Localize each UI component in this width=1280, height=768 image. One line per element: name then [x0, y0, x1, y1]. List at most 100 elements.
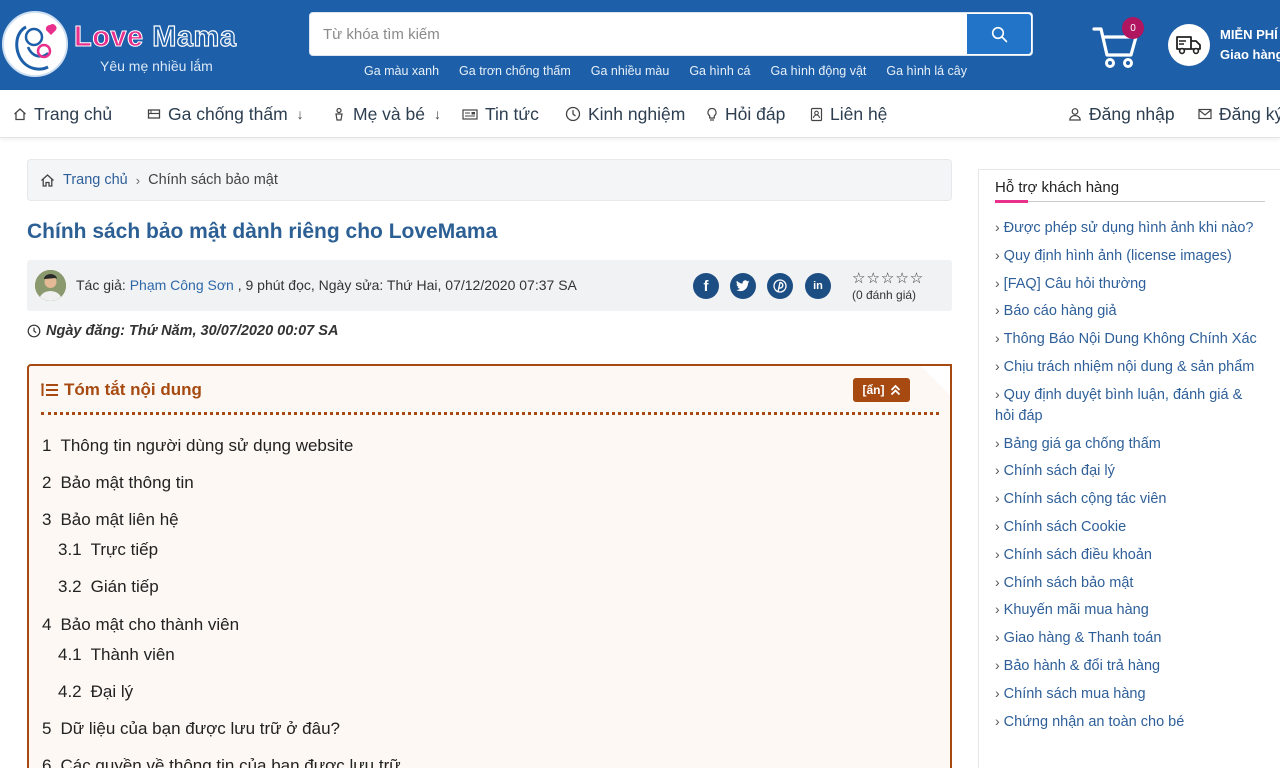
chevron-right-icon: ›: [995, 573, 1000, 590]
search-input[interactable]: [310, 13, 966, 55]
table-of-contents: Tóm tắt nội dung [ẩn] 1 Thông tin người d…: [27, 364, 952, 768]
quick-tag[interactable]: Ga hình cá: [689, 64, 750, 78]
toc-item[interactable]: 5 Dữ liệu của bạn được lưu trữ ở đâu?: [42, 719, 340, 739]
sidebar-link[interactable]: › Chính sách điều khoản: [995, 544, 1265, 566]
site-logo[interactable]: Love Mama Yêu mẹ nhiều lắm: [2, 11, 262, 79]
toc-item-number: 4: [42, 615, 52, 634]
toc-subitem[interactable]: 3.1 Trực tiếp: [58, 540, 158, 560]
sidebar-link[interactable]: › Chính sách bảo mật: [995, 572, 1265, 594]
quick-tag[interactable]: Ga màu xanh: [364, 64, 439, 78]
search-button[interactable]: [967, 14, 1031, 54]
nav-news[interactable]: Tin tức: [462, 90, 539, 138]
quick-tag[interactable]: Ga hình động vật: [770, 64, 866, 78]
article-meta-bar: Tác giả: Phạm Công Sơn , 9 phút đọc, Ngà…: [27, 260, 952, 311]
toc-subitem[interactable]: 3.2 Gián tiếp: [58, 577, 159, 597]
sidebar-link[interactable]: › Quy định hình ảnh (license images): [995, 245, 1265, 267]
nav-home[interactable]: Trang chủ: [13, 90, 112, 138]
rating-widget[interactable]: ☆☆☆☆☆ (0 đánh giá): [852, 269, 924, 302]
sidebar-link[interactable]: › Chịu trách nhiệm nội dung & sản phẩm: [995, 356, 1265, 378]
toc-subitem[interactable]: 4.1 Thành viên: [58, 645, 175, 665]
toc-toggle-label: [ẩn]: [862, 383, 885, 397]
sidebar-link[interactable]: › Chứng nhận an toàn cho bé: [995, 711, 1265, 733]
user-icon: [1069, 108, 1081, 121]
delivery-truck-icon: [1176, 36, 1201, 55]
envelope-icon: [1198, 108, 1212, 120]
sidebar-link[interactable]: › Bảo hành & đổi trả hàng: [995, 655, 1265, 677]
sidebar-link[interactable]: › Được phép sử dụng hình ảnh khi nào?: [995, 217, 1265, 239]
nav-register[interactable]: Đăng ký: [1198, 90, 1280, 138]
sidebar-link[interactable]: › Chính sách mua hàng: [995, 683, 1265, 705]
chevron-right-icon: ›: [995, 490, 1000, 507]
newspaper-icon: [462, 109, 478, 120]
clock-icon: [565, 106, 581, 122]
sidebar-link[interactable]: › Giao hàng & Thanh toán: [995, 627, 1265, 649]
article-meta-details: , 9 phút đọc, Ngày sửa: Thứ Hai, 07/12/2…: [237, 277, 577, 293]
toc-subitem[interactable]: 4.2 Đại lý: [58, 682, 133, 702]
toc-hide-toggle[interactable]: [ẩn]: [853, 378, 910, 402]
sidebar-link[interactable]: › Khuyến mãi mua hàng: [995, 599, 1265, 621]
toc-item[interactable]: 6 Các quyền về thông tin của bạn được lưu…: [42, 756, 401, 768]
chevron-right-icon: ›: [135, 172, 141, 188]
sidebar-title-accent: [995, 200, 1028, 203]
chevron-right-icon: ›: [995, 712, 1000, 729]
toc-item[interactable]: 2 Bảo mật thông tin: [42, 473, 194, 493]
page-title: Chính sách bảo mật dành riêng cho LoveMa…: [27, 220, 498, 243]
sidebar-link[interactable]: › [FAQ] Câu hỏi thường: [995, 273, 1265, 295]
nav-mom-baby[interactable]: Mẹ và bé ↓: [332, 90, 441, 138]
quick-tag[interactable]: Ga hình lá cây: [886, 64, 967, 78]
nav-experience[interactable]: Kinh nghiệm: [565, 90, 685, 138]
sidebar-link[interactable]: › Bảng giá ga chống thấm: [995, 433, 1265, 455]
nav-contact[interactable]: Liên hệ: [810, 90, 887, 138]
toc-divider: [41, 412, 939, 415]
cart-button[interactable]: 0: [1092, 17, 1146, 68]
contact-card-icon: [810, 107, 823, 121]
toc-item-text: Đại lý: [90, 682, 134, 701]
toc-item-text: Bảo mật thông tin: [60, 473, 194, 492]
pinterest-share-button[interactable]: [767, 273, 793, 299]
toc-item-number: 3.1: [58, 540, 82, 559]
facebook-share-button[interactable]: f: [693, 273, 719, 299]
twitter-icon: [736, 280, 750, 292]
sidebar-title-divider: [995, 201, 1265, 202]
toc-item-number: 2: [42, 473, 52, 492]
customer-support-sidebar: Hỗ trợ khách hàng › Được phép sử dụng hìn…: [978, 169, 1280, 768]
sidebar-link-text: Bảo hành & đổi trả hàng: [1003, 657, 1161, 674]
author-link[interactable]: Phạm Công Sơn: [130, 277, 234, 293]
twitter-share-button[interactable]: [730, 273, 756, 299]
sidebar-link[interactable]: › Chính sách Cookie: [995, 516, 1265, 538]
sidebar-link-text: Chính sách cộng tác viên: [1003, 491, 1167, 508]
toc-header: Tóm tắt nội dung: [41, 380, 202, 400]
nav-login[interactable]: Đăng nhập: [1068, 90, 1175, 138]
home-icon: [41, 173, 54, 187]
linkedin-share-button[interactable]: in: [805, 273, 831, 299]
toc-item[interactable]: 4 Bảo mật cho thành viên: [42, 615, 239, 635]
author-avatar[interactable]: [35, 270, 66, 301]
posted-date-text: Ngày đăng: Thứ Năm, 30/07/2020 00:07 SA: [46, 323, 339, 339]
toc-item-number: 1: [42, 436, 52, 455]
sidebar-link[interactable]: › Quy định duyệt bình luận, đánh giá & hỏ…: [995, 384, 1265, 427]
nav-waterproof-sheets[interactable]: Ga chống thấm ↓: [147, 90, 304, 138]
sidebar-link[interactable]: › Thông Báo Nội Dung Không Chính Xác: [995, 328, 1265, 350]
sidebar-link-text: [FAQ] Câu hỏi thường: [1003, 275, 1147, 292]
sidebar-link[interactable]: › Chính sách cộng tác viên: [995, 488, 1265, 510]
toc-corner-inner: [921, 366, 950, 395]
toc-item[interactable]: 1 Thông tin người dùng sử dụng website: [42, 436, 353, 456]
sidebar-link-text: Bảng giá ga chống thấm: [1003, 435, 1161, 452]
sidebar-link[interactable]: › Chính sách đại lý: [995, 460, 1265, 482]
shipping-icon-circle: [1168, 24, 1210, 66]
rating-stars[interactable]: ☆☆☆☆☆: [852, 269, 924, 287]
toc-item[interactable]: 3 Bảo mật liên hệ: [42, 510, 179, 530]
breadcrumb-home-link[interactable]: Trang chủ: [63, 172, 128, 188]
toc-item-text: Trực tiếp: [90, 540, 159, 559]
quick-tag[interactable]: Ga trơn chống thấm: [459, 64, 571, 78]
quick-tag[interactable]: Ga nhiều màu: [591, 64, 670, 78]
toc-item-text: Gián tiếp: [90, 577, 159, 596]
chevron-right-icon: ›: [995, 274, 1000, 291]
chevron-right-icon: ›: [995, 246, 1000, 263]
sidebar-link[interactable]: › Báo cáo hàng giả: [995, 300, 1265, 322]
logo-wordmark: Love Mama: [74, 20, 237, 54]
nav-qa[interactable]: Hỏi đáp: [706, 90, 785, 138]
search-box: [309, 12, 1033, 56]
toc-item-text: Bảo mật liên hệ: [60, 510, 179, 529]
logo-slogan: Yêu mẹ nhiều lắm: [100, 58, 213, 74]
